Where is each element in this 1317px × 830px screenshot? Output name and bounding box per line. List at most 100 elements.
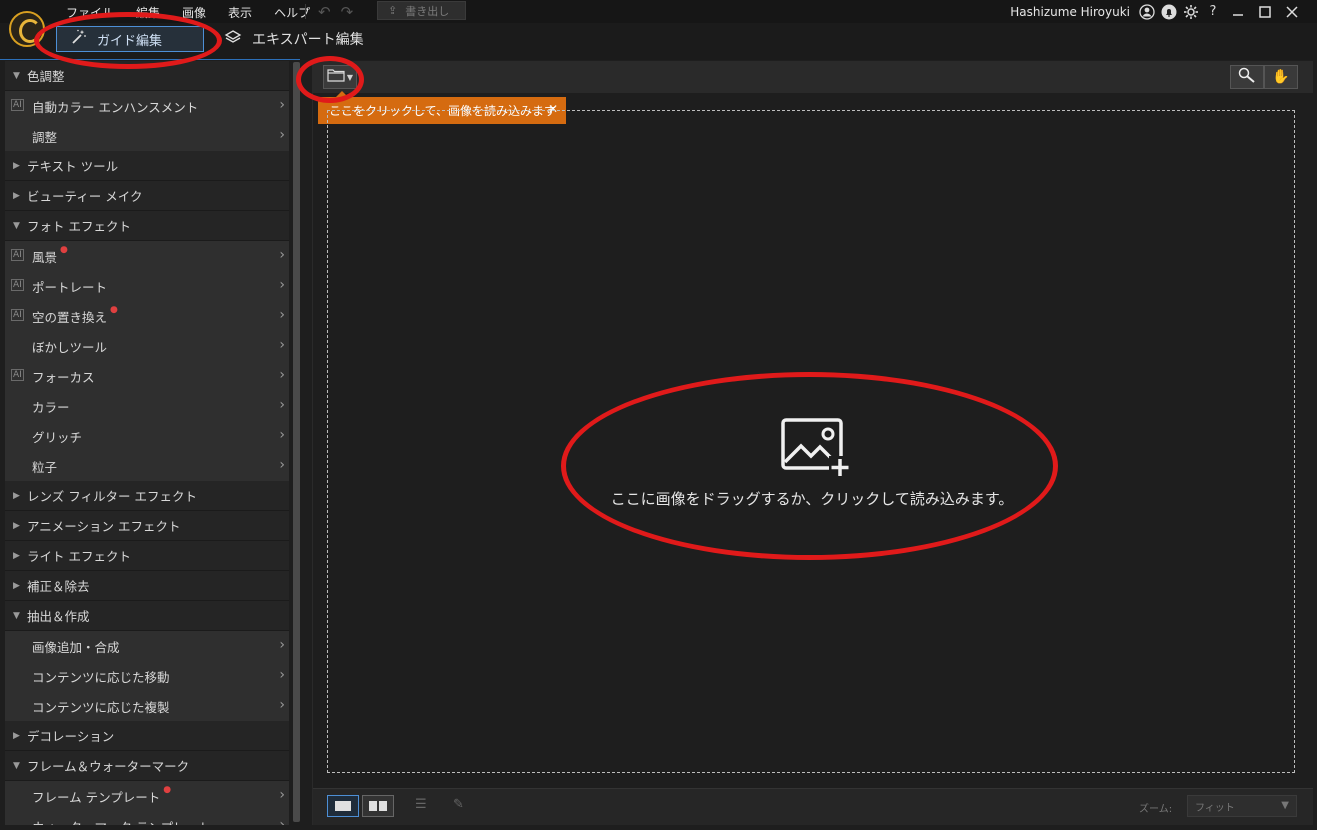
sidebar-category[interactable]: ▼ フォト エフェクト bbox=[5, 211, 289, 241]
sidebar-item[interactable]: フレーム テンプレート ● › bbox=[5, 781, 289, 811]
menu-bar: ファイル 編集 画像 表示 ヘルプ bbox=[66, 4, 332, 21]
sidebar-label: ポートレート bbox=[32, 279, 108, 295]
expert-edit-tab[interactable]: エキスパート編集 bbox=[224, 29, 364, 49]
add-image-icon[interactable] bbox=[781, 418, 851, 478]
sidebar-label: デコレーション bbox=[27, 729, 115, 744]
sidebar-item[interactable]: コンテンツに応じた複製 › bbox=[5, 691, 289, 721]
sidebar-item[interactable]: グリッチ › bbox=[5, 421, 289, 451]
sidebar-label: コンテンツに応じた移動 bbox=[32, 669, 170, 685]
sidebar-category[interactable]: ▼ フレーム＆ウォーターマーク bbox=[5, 751, 289, 781]
sidebar-label: 色調整 bbox=[27, 69, 65, 84]
chevron-right-icon: › bbox=[279, 457, 285, 473]
bell-icon[interactable] bbox=[1158, 2, 1180, 21]
pen-icon[interactable]: ✎ bbox=[453, 797, 464, 812]
status-bar: ☰ ✎ ズーム: フィット ▼ bbox=[313, 788, 1313, 825]
sidebar-item[interactable]: ウォーターマーク テンプレート › bbox=[5, 811, 289, 825]
sidebar-item[interactable]: 調整 › bbox=[5, 121, 289, 151]
sidebar-label: グリッチ bbox=[32, 429, 83, 445]
guide-edit-tab[interactable]: ガイド編集 bbox=[56, 26, 204, 52]
zoom-select[interactable]: フィット ▼ bbox=[1187, 795, 1297, 817]
folder-icon bbox=[327, 68, 345, 86]
close-icon[interactable] bbox=[1278, 2, 1305, 21]
ai-badge-icon: AI bbox=[11, 99, 24, 111]
redo-icon[interactable]: ↷ bbox=[341, 3, 354, 21]
expanded-triangle-icon: ▼ bbox=[13, 220, 20, 231]
menu-file[interactable]: ファイル bbox=[66, 4, 114, 21]
minimize-icon[interactable] bbox=[1224, 2, 1251, 21]
sidebar-category[interactable]: ▼ 抽出＆作成 bbox=[5, 601, 289, 631]
sidebar-item[interactable]: AI 風景 ● › bbox=[5, 241, 289, 271]
menu-view[interactable]: 表示 bbox=[228, 4, 252, 21]
align-icon[interactable]: ☰ bbox=[415, 797, 427, 812]
zoom-tool-button[interactable] bbox=[1230, 65, 1264, 89]
sidebar-scrollbar[interactable] bbox=[292, 61, 301, 825]
sidebar-label: 調整 bbox=[32, 129, 58, 145]
sidebar-item[interactable]: AI フォーカス › bbox=[5, 361, 289, 391]
chevron-right-icon: › bbox=[279, 787, 285, 803]
hand-tool-button[interactable]: ✋ bbox=[1264, 65, 1298, 89]
user-name: Hashizume Hiroyuki bbox=[1010, 4, 1130, 19]
sidebar-item[interactable]: AI 空の置き換え ● › bbox=[5, 301, 289, 331]
sidebar-item[interactable]: コンテンツに応じた移動 › bbox=[5, 661, 289, 691]
menu-image[interactable]: 画像 bbox=[182, 4, 206, 21]
sidebar-category[interactable]: ▶ ビューティー メイク bbox=[5, 181, 289, 211]
collapsed-triangle-icon: ▶ bbox=[13, 580, 20, 591]
new-badge-icon: ● bbox=[110, 305, 118, 315]
scrollbar-thumb[interactable] bbox=[293, 62, 300, 822]
maximize-icon[interactable] bbox=[1251, 2, 1278, 21]
undo-icon[interactable]: ↶ bbox=[318, 3, 331, 21]
ai-badge-icon: AI bbox=[11, 369, 24, 381]
hand-icon: ✋ bbox=[1272, 69, 1290, 85]
workspace-toolbar: ▼ ✋ bbox=[313, 61, 1313, 93]
ai-badge-icon: AI bbox=[11, 249, 24, 261]
chevron-right-icon: › bbox=[279, 817, 285, 825]
open-folder-button[interactable]: ▼ bbox=[323, 65, 357, 89]
collapsed-triangle-icon: ▶ bbox=[13, 160, 20, 171]
account-icon[interactable] bbox=[1136, 2, 1158, 21]
menu-divider bbox=[305, 4, 306, 19]
export-label: 書き出し bbox=[405, 4, 450, 18]
sidebar-label: ライト エフェクト bbox=[27, 549, 131, 564]
sidebar-category[interactable]: ▶ アニメーション エフェクト bbox=[5, 511, 289, 541]
sidebar-category[interactable]: ▶ デコレーション bbox=[5, 721, 289, 751]
sidebar-item[interactable]: ぼかしツール › bbox=[5, 331, 289, 361]
sidebar-label: アニメーション エフェクト bbox=[27, 519, 181, 534]
view-mode-buttons bbox=[327, 795, 394, 817]
sidebar-item[interactable]: 粒子 › bbox=[5, 451, 289, 481]
mode-bar: ガイド編集 エキスパート編集 bbox=[0, 23, 1317, 60]
undo-redo: ↶ ↷ bbox=[318, 3, 353, 21]
app-logo bbox=[9, 11, 45, 47]
export-button[interactable]: ⇪ 書き出し bbox=[377, 1, 466, 20]
gear-icon[interactable] bbox=[1180, 2, 1202, 21]
sidebar-label: フォーカス bbox=[32, 369, 95, 385]
chevron-right-icon: › bbox=[279, 427, 285, 443]
sidebar-label: 補正＆除去 bbox=[27, 579, 90, 594]
help-icon[interactable]: ? bbox=[1202, 2, 1224, 21]
collapsed-triangle-icon: ▶ bbox=[13, 490, 20, 501]
new-badge-icon: ● bbox=[60, 245, 68, 255]
chevron-right-icon: › bbox=[279, 637, 285, 653]
sidebar-category[interactable]: ▶ テキスト ツール bbox=[5, 151, 289, 181]
sidebar-item[interactable]: AI 自動カラー エンハンスメント › bbox=[5, 91, 289, 121]
sidebar-item[interactable]: AI ポートレート › bbox=[5, 271, 289, 301]
sidebar-category[interactable]: ▶ 補正＆除去 bbox=[5, 571, 289, 601]
sidebar-category[interactable]: ▶ レンズ フィルター エフェクト bbox=[5, 481, 289, 511]
sidebar-category[interactable]: ▶ ライト エフェクト bbox=[5, 541, 289, 571]
sidebar-label: ウォーターマーク テンプレート bbox=[32, 817, 211, 826]
sidebar-label: フレーム＆ウォーターマーク bbox=[27, 759, 190, 774]
menu-edit[interactable]: 編集 bbox=[136, 4, 160, 21]
guide-edit-label: ガイド編集 bbox=[97, 33, 163, 49]
single-view-button[interactable] bbox=[327, 795, 359, 817]
sidebar-label: テキスト ツール bbox=[27, 159, 119, 174]
layers-icon bbox=[224, 29, 242, 49]
drop-zone-text: ここに画像をドラッグするか、クリックして読み込みます。 bbox=[610, 490, 1014, 508]
sidebar-label: カラー bbox=[32, 399, 70, 415]
split-view-button[interactable] bbox=[362, 795, 394, 817]
sidebar-label: 空の置き換え bbox=[32, 309, 108, 325]
chevron-down-icon: ▼ bbox=[346, 72, 354, 82]
user-bar: Hashizume Hiroyuki ? bbox=[1010, 2, 1305, 21]
sidebar-item[interactable]: 画像追加・合成 › bbox=[5, 631, 289, 661]
sidebar-item[interactable]: カラー › bbox=[5, 391, 289, 421]
image-drop-zone[interactable]: ここに画像をドラッグするか、クリックして読み込みます。 bbox=[327, 110, 1295, 773]
sidebar-category[interactable]: ▼ 色調整 bbox=[5, 61, 289, 91]
